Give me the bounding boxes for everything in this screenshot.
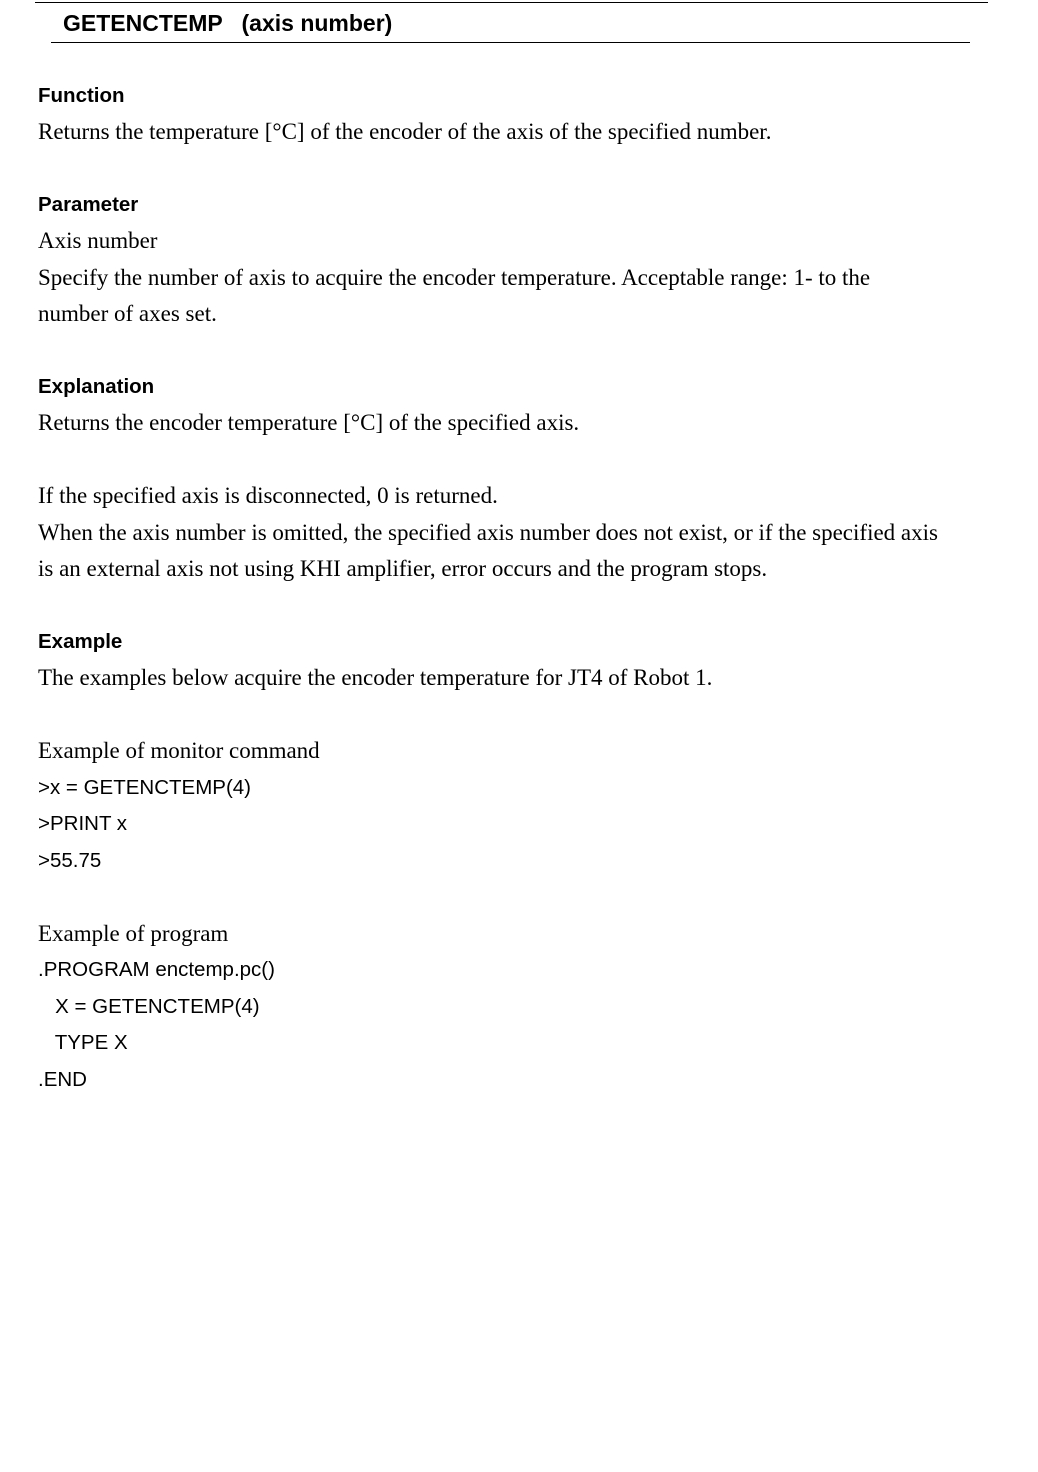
explanation-text-3-line2: is an external axis not using KHI amplif… [38,556,768,581]
program-line-2: X = GETENCTEMP(4) [38,995,260,1018]
parameter-description-line1: Specify the number of axis to acquire th… [38,265,871,290]
monitor-line-2: >PRINT x [38,812,128,835]
monitor-line-3: >55.75 [38,849,102,872]
program-example-title: Example of program [38,921,229,946]
explanation-text-1: Returns the encoder temperature [°C] of … [38,410,580,435]
command-name: GETENCTEMP [63,10,223,36]
command-argument: (axis number) [241,10,393,36]
parameter-description-line2: number of axes set. [38,301,217,326]
heading-rule [51,42,970,43]
example-label: Example [38,630,123,653]
page-title: GETENCTEMP (axis number) [63,8,392,38]
explanation-text-2: If the specified axis is disconnected, 0… [38,483,498,508]
monitor-line-1: >x = GETENCTEMP(4) [38,776,252,799]
explanation-text-3-line1: When the axis number is omitted, the spe… [38,520,938,545]
monitor-example-title: Example of monitor command [38,738,320,763]
function-label: Function [38,84,125,107]
program-line-4: .END [38,1068,87,1091]
parameter-name: Axis number [38,228,158,253]
top-rule [35,2,988,3]
example-intro: The examples below acquire the encoder t… [38,665,713,690]
parameter-label: Parameter [38,193,139,216]
program-line-3: TYPE X [38,1031,128,1054]
explanation-label: Explanation [38,375,155,398]
function-text: Returns the temperature [°C] of the enco… [38,119,772,144]
program-line-1: .PROGRAM enctemp.pc() [38,958,275,981]
